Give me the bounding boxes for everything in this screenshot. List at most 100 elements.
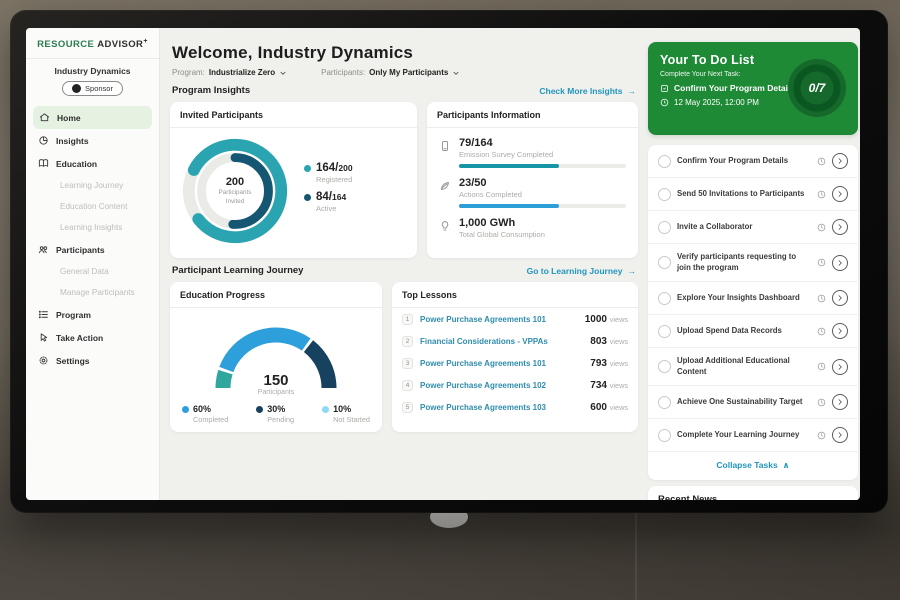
todo-go-button[interactable] [832, 219, 848, 235]
stat-label: Total Global Consumption [459, 230, 626, 239]
sidebar-item-general-data[interactable]: General Data [26, 261, 159, 282]
lesson-title-link[interactable]: Power Purchase Agreements 101 [420, 315, 578, 324]
todo-item-label: Confirm Your Program Details [677, 156, 811, 167]
participants-information-title: Participants Information [427, 102, 638, 128]
lesson-title-link[interactable]: Financial Considerations - VPPAs [420, 337, 583, 346]
stat-progress-bar [459, 164, 626, 168]
todo-checkbox[interactable] [658, 256, 671, 269]
education-progress-title: Education Progress [170, 282, 382, 308]
legend-text: 60%Completed [193, 404, 228, 424]
lesson-row: 2Financial Considerations - VPPAs803 vie… [392, 330, 638, 352]
stat-label: Actions Completed [459, 190, 626, 199]
sidebar-item-label: Insights [56, 136, 89, 146]
lesson-row: 5Power Purchase Agreements 103600 views [392, 396, 638, 418]
todo-item[interactable]: Upload Spend Data Records [648, 315, 858, 348]
lesson-title-link[interactable]: Power Purchase Agreements 103 [420, 403, 583, 412]
lesson-rank: 5 [402, 402, 413, 413]
todo-checkbox[interactable] [658, 360, 671, 373]
sidebar-item-education-content[interactable]: Education Content [26, 196, 159, 217]
legend-dot [182, 406, 189, 413]
todo-checkbox[interactable] [658, 325, 671, 338]
lesson-title-link[interactable]: Power Purchase Agreements 102 [420, 381, 583, 390]
todo-item-label: Invite a Collaborator [677, 222, 811, 233]
lesson-title-link[interactable]: Power Purchase Agreements 101 [420, 359, 583, 368]
sidebar-item-manage-participants[interactable]: Manage Participants [26, 282, 159, 303]
todo-go-button[interactable] [832, 186, 848, 202]
todo-go-button[interactable] [832, 427, 848, 443]
sidebar-item-label: Education Content [60, 202, 127, 211]
todo-checkbox[interactable] [658, 429, 671, 442]
sidebar-item-label: Participants [56, 245, 105, 255]
survey-icon [439, 140, 451, 152]
invited-participants-donut: 200 Participants Invited [176, 132, 294, 250]
todo-item[interactable]: Send 50 Invitations to Participants [648, 178, 858, 211]
todo-item[interactable]: Verify participants requesting to join t… [648, 244, 858, 282]
todo-item[interactable]: Explore Your Insights Dashboard [648, 282, 858, 315]
org-name: Industry Dynamics [26, 66, 159, 76]
go-to-learning-journey-link[interactable]: Go to Learning Journey → [527, 266, 636, 276]
todo-column: Your To Do List Complete Your Next Task:… [648, 28, 860, 500]
clock-icon [817, 190, 826, 199]
sidebar-item-take-action[interactable]: Take Action [26, 326, 159, 349]
stat-content: 23/50Actions Completed [459, 177, 626, 208]
donut-legend: 164/200Registered84/164Active [304, 162, 353, 220]
top-lessons-title: Top Lessons [392, 282, 638, 308]
clock-icon [817, 258, 826, 267]
sidebar-item-learning-journey[interactable]: Learning Journey [26, 175, 159, 196]
chevron-right-icon [836, 294, 844, 302]
todo-checkbox[interactable] [658, 188, 671, 201]
donut-legend-active: 84/164Active [304, 191, 353, 213]
todo-list: Confirm Your Program Details Send 50 Invi… [648, 145, 858, 452]
learning-cards-row: Education Progress 150 Participants 60%C… [170, 282, 638, 432]
stat-progress-fill [459, 164, 559, 168]
dashboard-screen: RESOURCEADVISOR+ Industry Dynamics Spons… [26, 28, 860, 500]
chevron-right-icon [836, 259, 844, 267]
sidebar-item-education[interactable]: Education [26, 152, 159, 175]
todo-go-button[interactable] [832, 323, 848, 339]
todo-checkbox[interactable] [658, 155, 671, 168]
todo-checkbox[interactable] [658, 292, 671, 305]
todo-go-button[interactable] [832, 290, 848, 306]
program-insights-heading: Program Insights [172, 85, 250, 96]
sidebar-item-program[interactable]: Program [26, 303, 159, 326]
lesson-views: 793 views [590, 358, 628, 369]
check-more-insights-link[interactable]: Check More Insights → [539, 86, 636, 96]
top-lessons-card: Top Lessons 1Power Purchase Agreements 1… [392, 282, 638, 432]
todo-item[interactable]: Invite a Collaborator [648, 211, 858, 244]
todo-progress-value: 0/7 [786, 57, 848, 119]
todo-item[interactable]: Achieve One Sustainability Target [648, 386, 858, 419]
sidebar-item-insights[interactable]: Insights [26, 129, 159, 152]
logo-resource: RESOURCE [37, 39, 94, 50]
program-filter-dropdown[interactable]: Program: Industrialize Zero [172, 68, 287, 77]
participants-filter-dropdown[interactable]: Participants: Only My Participants [321, 68, 460, 77]
sidebar-item-participants[interactable]: Participants [26, 238, 159, 261]
todo-go-button[interactable] [832, 394, 848, 410]
settings-icon [38, 355, 49, 366]
todo-item[interactable]: Complete Your Learning Journey [648, 419, 858, 452]
clock-icon [817, 327, 826, 336]
legend-value: 30% [267, 404, 294, 414]
sidebar-divider [26, 58, 159, 59]
todo-checkbox[interactable] [658, 221, 671, 234]
program-filter-label: Program: [172, 68, 205, 77]
sidebar-item-settings[interactable]: Settings [26, 349, 159, 372]
invited-participants-title: Invited Participants [170, 102, 417, 128]
sponsor-badge[interactable]: Sponsor [62, 81, 123, 96]
todo-go-button[interactable] [832, 359, 848, 375]
todo-go-button[interactable] [832, 153, 848, 169]
todo-item[interactable]: Upload Additional Educational Content [648, 348, 858, 386]
stat-label: Emission Survey Completed [459, 150, 626, 159]
legend-value: 84/164 [316, 191, 346, 203]
collapse-tasks-link[interactable]: Collapse Tasks ∧ [648, 452, 858, 480]
sidebar-item-home[interactable]: Home [33, 106, 152, 129]
sidebar-item-label: Program [56, 310, 91, 320]
actions-icon [439, 180, 451, 192]
clock-icon [660, 98, 669, 107]
todo-item[interactable]: Confirm Your Program Details [648, 145, 858, 178]
education-progress-gauge: 150 Participants [206, 318, 346, 396]
sidebar-item-learning-insights[interactable]: Learning Insights [26, 217, 159, 238]
todo-go-button[interactable] [832, 255, 848, 271]
legend-dot [322, 406, 329, 413]
todo-checkbox[interactable] [658, 396, 671, 409]
chevron-right-icon [836, 327, 844, 335]
